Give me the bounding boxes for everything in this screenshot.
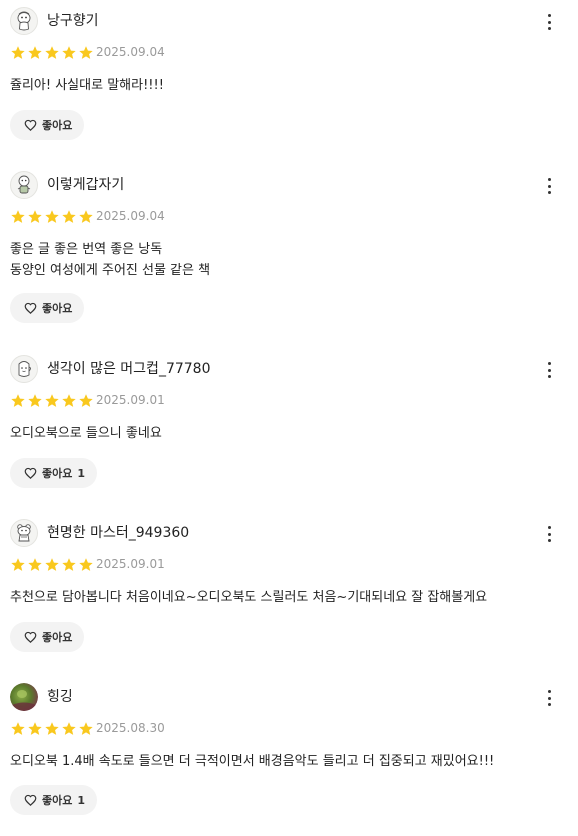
- star-icon: [28, 210, 42, 223]
- username[interactable]: 생각이 많은 머그컵_77780: [47, 359, 210, 379]
- star-icon: [45, 558, 59, 571]
- star-rating: [10, 45, 94, 59]
- star-icon: [11, 210, 25, 223]
- star-icon: [79, 722, 93, 735]
- star-icon: [62, 558, 76, 571]
- star-rating: [10, 209, 94, 223]
- review-text-line: 추천으로 담아봅니다 처음이네요~오디오북도 스릴러도 처음~기대되네요 잘 잡…: [10, 590, 488, 605]
- photo-avatar-icon[interactable]: [10, 683, 38, 711]
- star-icon: [11, 46, 25, 59]
- like-button[interactable]: 좋아요: [10, 293, 85, 323]
- star-rating: [10, 393, 94, 407]
- star-icon: [62, 722, 76, 735]
- character-avatar-icon[interactable]: [10, 355, 38, 383]
- review-item: 현명한 마스터_949360 2025.09.01 추천으로 담아봅니다 처음이…: [0, 512, 578, 672]
- heart-icon: [24, 302, 37, 314]
- review-text: 오디오북으로 들으니 좋네요: [10, 423, 566, 444]
- review-date: 2025.09.01: [96, 393, 165, 407]
- username[interactable]: 현명한 마스터_949360: [47, 523, 189, 543]
- heart-icon: [24, 467, 37, 479]
- star-icon: [62, 394, 76, 407]
- review-text: 오디오북 1.4배 속도로 들으면 더 극적이면서 배경음악도 들리고 더 집중…: [10, 751, 566, 772]
- like-button[interactable]: 좋아요 1: [10, 458, 98, 488]
- like-count: 1: [77, 793, 86, 807]
- star-icon: [28, 394, 42, 407]
- like-label: 좋아요: [42, 119, 73, 132]
- character-avatar-icon[interactable]: [10, 7, 38, 35]
- review-text-line: 오디오북으로 들으니 좋네요: [10, 426, 162, 441]
- like-label: 좋아요: [42, 467, 73, 480]
- star-icon: [11, 558, 25, 571]
- review-text: 추천으로 담아봅니다 처음이네요~오디오북도 스릴러도 처음~기대되네요 잘 잡…: [10, 587, 566, 608]
- star-icon: [28, 558, 42, 571]
- star-rating: [10, 557, 94, 571]
- review-item: 힝깅 2025.08.30 오디오북 1.4배 속도로 들으면 더 극적이면서 …: [0, 676, 578, 836]
- review-text: 좋은 글 좋은 번역 좋은 낭독 동양인 여성에게 주어진 선물 같은 책: [10, 239, 566, 281]
- star-icon: [45, 46, 59, 59]
- like-label: 좋아요: [42, 794, 73, 807]
- heart-icon: [24, 119, 37, 131]
- more-options-icon[interactable]: [538, 11, 560, 33]
- review-text: 쥴리아! 사실대로 말해라!!!!: [10, 75, 566, 96]
- star-icon: [45, 722, 59, 735]
- star-icon: [11, 394, 25, 407]
- star-icon: [79, 46, 93, 59]
- star-icon: [45, 394, 59, 407]
- review-item: 생각이 많은 머그컵_77780 2025.09.01 오디오북으로 들으니 좋…: [0, 348, 578, 508]
- star-icon: [62, 210, 76, 223]
- like-button[interactable]: 좋아요 1: [10, 785, 98, 815]
- username[interactable]: 힝깅: [47, 687, 73, 707]
- star-icon: [11, 722, 25, 735]
- star-icon: [79, 394, 93, 407]
- more-options-icon[interactable]: [538, 175, 560, 197]
- more-options-icon[interactable]: [538, 359, 560, 381]
- star-icon: [79, 210, 93, 223]
- review-text-line: 쥴리아! 사실대로 말해라!!!!: [10, 78, 164, 93]
- review-date: 2025.09.04: [96, 45, 165, 59]
- like-label: 좋아요: [42, 302, 73, 315]
- star-icon: [62, 46, 76, 59]
- like-label: 좋아요: [42, 631, 73, 644]
- review-text-line: 동양인 여성에게 주어진 선물 같은 책: [10, 263, 211, 278]
- character-avatar-icon[interactable]: [10, 519, 38, 547]
- review-date: 2025.09.01: [96, 557, 165, 571]
- heart-icon: [24, 631, 37, 643]
- review-date: 2025.09.04: [96, 209, 165, 223]
- more-options-icon[interactable]: [538, 523, 560, 545]
- star-icon: [28, 722, 42, 735]
- heart-icon: [24, 794, 37, 806]
- review-item: 이렇게갑자기 2025.09.04 좋은 글 좋은 번역 좋은 낭독 동양인 여…: [0, 164, 578, 324]
- review-text-line: 오디오북 1.4배 속도로 들으면 더 극적이면서 배경음악도 들리고 더 집중…: [10, 754, 495, 769]
- username[interactable]: 낭구향기: [47, 11, 99, 31]
- star-icon: [79, 558, 93, 571]
- character-avatar-icon[interactable]: [10, 171, 38, 199]
- more-options-icon[interactable]: [538, 687, 560, 709]
- review-text-line: 좋은 글 좋은 번역 좋은 낭독: [10, 242, 163, 257]
- review-date: 2025.08.30: [96, 721, 165, 735]
- star-icon: [45, 210, 59, 223]
- review-item: 낭구향기 2025.09.04 쥴리아! 사실대로 말해라!!!! 좋아요: [0, 0, 578, 160]
- like-count: 1: [77, 466, 86, 480]
- like-button[interactable]: 좋아요: [10, 622, 85, 652]
- username[interactable]: 이렇게갑자기: [47, 175, 124, 195]
- like-button[interactable]: 좋아요: [10, 110, 85, 140]
- star-icon: [28, 46, 42, 59]
- star-rating: [10, 721, 94, 735]
